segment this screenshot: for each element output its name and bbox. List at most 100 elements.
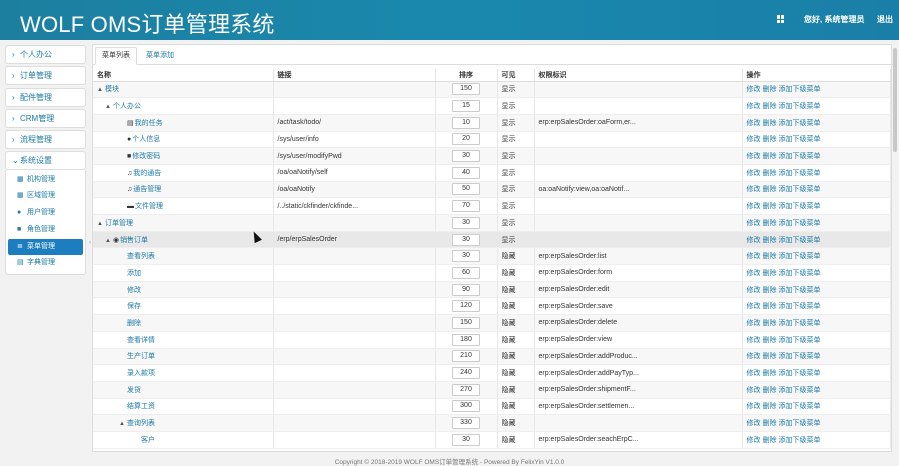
- sidebar-group-personal[interactable]: › 个人办公: [5, 45, 86, 64]
- tree-expand-icon[interactable]: ▲: [105, 104, 111, 110]
- sidebar-collapse-icon[interactable]: ‹: [89, 240, 91, 246]
- tree-expand-icon[interactable]: ▲: [97, 221, 103, 227]
- apps-grid-icon[interactable]: [777, 15, 785, 23]
- sort-input[interactable]: 150: [452, 316, 480, 329]
- sidebar-item-org[interactable]: ▦ 机构管理: [8, 171, 83, 189]
- tab-menu-add[interactable]: 菜单添加: [139, 47, 181, 65]
- sidebar-group-orders[interactable]: › 订单管理: [5, 66, 86, 86]
- delete-link[interactable]: 删除: [763, 170, 777, 177]
- tree-expand-icon[interactable]: ▲: [119, 421, 125, 427]
- sort-input[interactable]: 40: [452, 166, 480, 179]
- add-child-link[interactable]: 添加下级菜单: [779, 403, 821, 410]
- delete-link[interactable]: 删除: [763, 203, 777, 210]
- user-greeting[interactable]: 您好, 系统管理员: [804, 14, 864, 25]
- sidebar-item-area[interactable]: ▦ 区域管理: [8, 188, 83, 206]
- sort-input[interactable]: 60: [452, 266, 480, 279]
- add-child-link[interactable]: 添加下级菜单: [779, 203, 821, 210]
- add-child-link[interactable]: 添加下级菜单: [779, 303, 821, 310]
- menu-name-link[interactable]: 保存: [127, 303, 141, 310]
- sort-input[interactable]: 330: [452, 417, 480, 430]
- delete-link[interactable]: 删除: [763, 353, 777, 360]
- sidebar-group-crm[interactable]: › CRM管理: [5, 108, 86, 128]
- sidebar-item-users[interactable]: ● 用户管理: [8, 205, 83, 222]
- tab-menu-list[interactable]: 菜单列表: [95, 47, 137, 65]
- delete-link[interactable]: 删除: [763, 337, 777, 344]
- edit-link[interactable]: 修改: [747, 186, 761, 193]
- delete-link[interactable]: 删除: [763, 370, 777, 377]
- menu-name-link[interactable]: 模块: [105, 86, 119, 93]
- add-child-link[interactable]: 添加下级菜单: [779, 387, 821, 394]
- sidebar-group-system[interactable]: ⌄系统设置: [5, 151, 86, 171]
- sort-input[interactable]: 30: [452, 216, 480, 229]
- edit-link[interactable]: 修改: [747, 203, 761, 210]
- delete-link[interactable]: 删除: [763, 303, 777, 310]
- menu-name-link[interactable]: 修改密码: [132, 153, 160, 160]
- sort-input[interactable]: 30: [452, 433, 480, 446]
- edit-link[interactable]: 修改: [747, 253, 761, 260]
- menu-name-link[interactable]: 修改: [127, 287, 141, 294]
- edit-link[interactable]: 修改: [747, 387, 761, 394]
- edit-link[interactable]: 修改: [747, 420, 761, 427]
- sort-input[interactable]: 120: [452, 300, 480, 313]
- menu-name-link[interactable]: 销售订单: [120, 237, 148, 244]
- edit-link[interactable]: 修改: [747, 403, 761, 410]
- sort-input[interactable]: 10: [452, 116, 480, 129]
- tree-expand-icon[interactable]: ▲: [105, 238, 111, 244]
- sort-input[interactable]: 270: [452, 383, 480, 396]
- menu-name-link[interactable]: 我的通告: [133, 170, 161, 177]
- add-child-link[interactable]: 添加下级菜单: [779, 237, 821, 244]
- edit-link[interactable]: 修改: [747, 120, 761, 127]
- add-child-link[interactable]: 添加下级菜单: [779, 370, 821, 377]
- menu-name-link[interactable]: 添加: [127, 270, 141, 277]
- sidebar-item-dict[interactable]: ▤ 字典管理: [8, 255, 83, 272]
- add-child-link[interactable]: 添加下级菜单: [779, 420, 821, 427]
- edit-link[interactable]: 修改: [747, 287, 761, 294]
- edit-link[interactable]: 修改: [747, 320, 761, 327]
- sort-input[interactable]: 90: [452, 283, 480, 296]
- edit-link[interactable]: 修改: [747, 370, 761, 377]
- menu-name-link[interactable]: 查看列表: [127, 253, 155, 260]
- menu-name-link[interactable]: 结算工资: [127, 403, 155, 410]
- menu-name-link[interactable]: 查询列表: [127, 420, 155, 427]
- edit-link[interactable]: 修改: [747, 303, 761, 310]
- sort-input[interactable]: 210: [452, 350, 480, 363]
- edit-link[interactable]: 修改: [747, 337, 761, 344]
- sort-input[interactable]: 150: [452, 83, 480, 96]
- delete-link[interactable]: 删除: [763, 437, 777, 444]
- edit-link[interactable]: 修改: [747, 270, 761, 277]
- delete-link[interactable]: 删除: [763, 220, 777, 227]
- sort-input[interactable]: 30: [452, 250, 480, 263]
- delete-link[interactable]: 删除: [763, 186, 777, 193]
- menu-name-link[interactable]: 删除: [127, 320, 141, 327]
- sort-input[interactable]: 300: [452, 400, 480, 413]
- menu-name-link[interactable]: 个人办公: [113, 103, 141, 110]
- delete-link[interactable]: 删除: [763, 86, 777, 93]
- menu-name-link[interactable]: 我的任务: [135, 120, 163, 127]
- add-child-link[interactable]: 添加下级菜单: [779, 170, 821, 177]
- sort-input[interactable]: 15: [452, 100, 480, 113]
- delete-link[interactable]: 删除: [763, 237, 777, 244]
- edit-link[interactable]: 修改: [747, 437, 761, 444]
- menu-name-link[interactable]: 查看详情: [127, 337, 155, 344]
- add-child-link[interactable]: 添加下级菜单: [779, 153, 821, 160]
- edit-link[interactable]: 修改: [747, 153, 761, 160]
- add-child-link[interactable]: 添加下级菜单: [779, 437, 821, 444]
- sort-input[interactable]: 20: [452, 133, 480, 146]
- menu-name-link[interactable]: 发货: [127, 387, 141, 394]
- menu-name-link[interactable]: 订单管理: [105, 220, 133, 227]
- delete-link[interactable]: 删除: [763, 387, 777, 394]
- delete-link[interactable]: 删除: [763, 287, 777, 294]
- scrollbar[interactable]: [892, 44, 898, 452]
- delete-link[interactable]: 删除: [763, 270, 777, 277]
- menu-name-link[interactable]: 生产订单: [127, 353, 155, 360]
- menu-name-link[interactable]: 文件管理: [135, 203, 163, 210]
- add-child-link[interactable]: 添加下级菜单: [779, 353, 821, 360]
- sidebar-item-menus[interactable]: ≣ 菜单管理: [8, 238, 83, 256]
- tree-expand-icon[interactable]: ▲: [97, 87, 103, 93]
- edit-link[interactable]: 修改: [747, 220, 761, 227]
- delete-link[interactable]: 删除: [763, 253, 777, 260]
- menu-name-link[interactable]: 通告管理: [133, 186, 161, 193]
- scrollbar-thumb[interactable]: [893, 48, 897, 152]
- sidebar-group-workflow[interactable]: › 流程管理: [5, 130, 86, 150]
- menu-name-link[interactable]: 录入款项: [127, 370, 155, 377]
